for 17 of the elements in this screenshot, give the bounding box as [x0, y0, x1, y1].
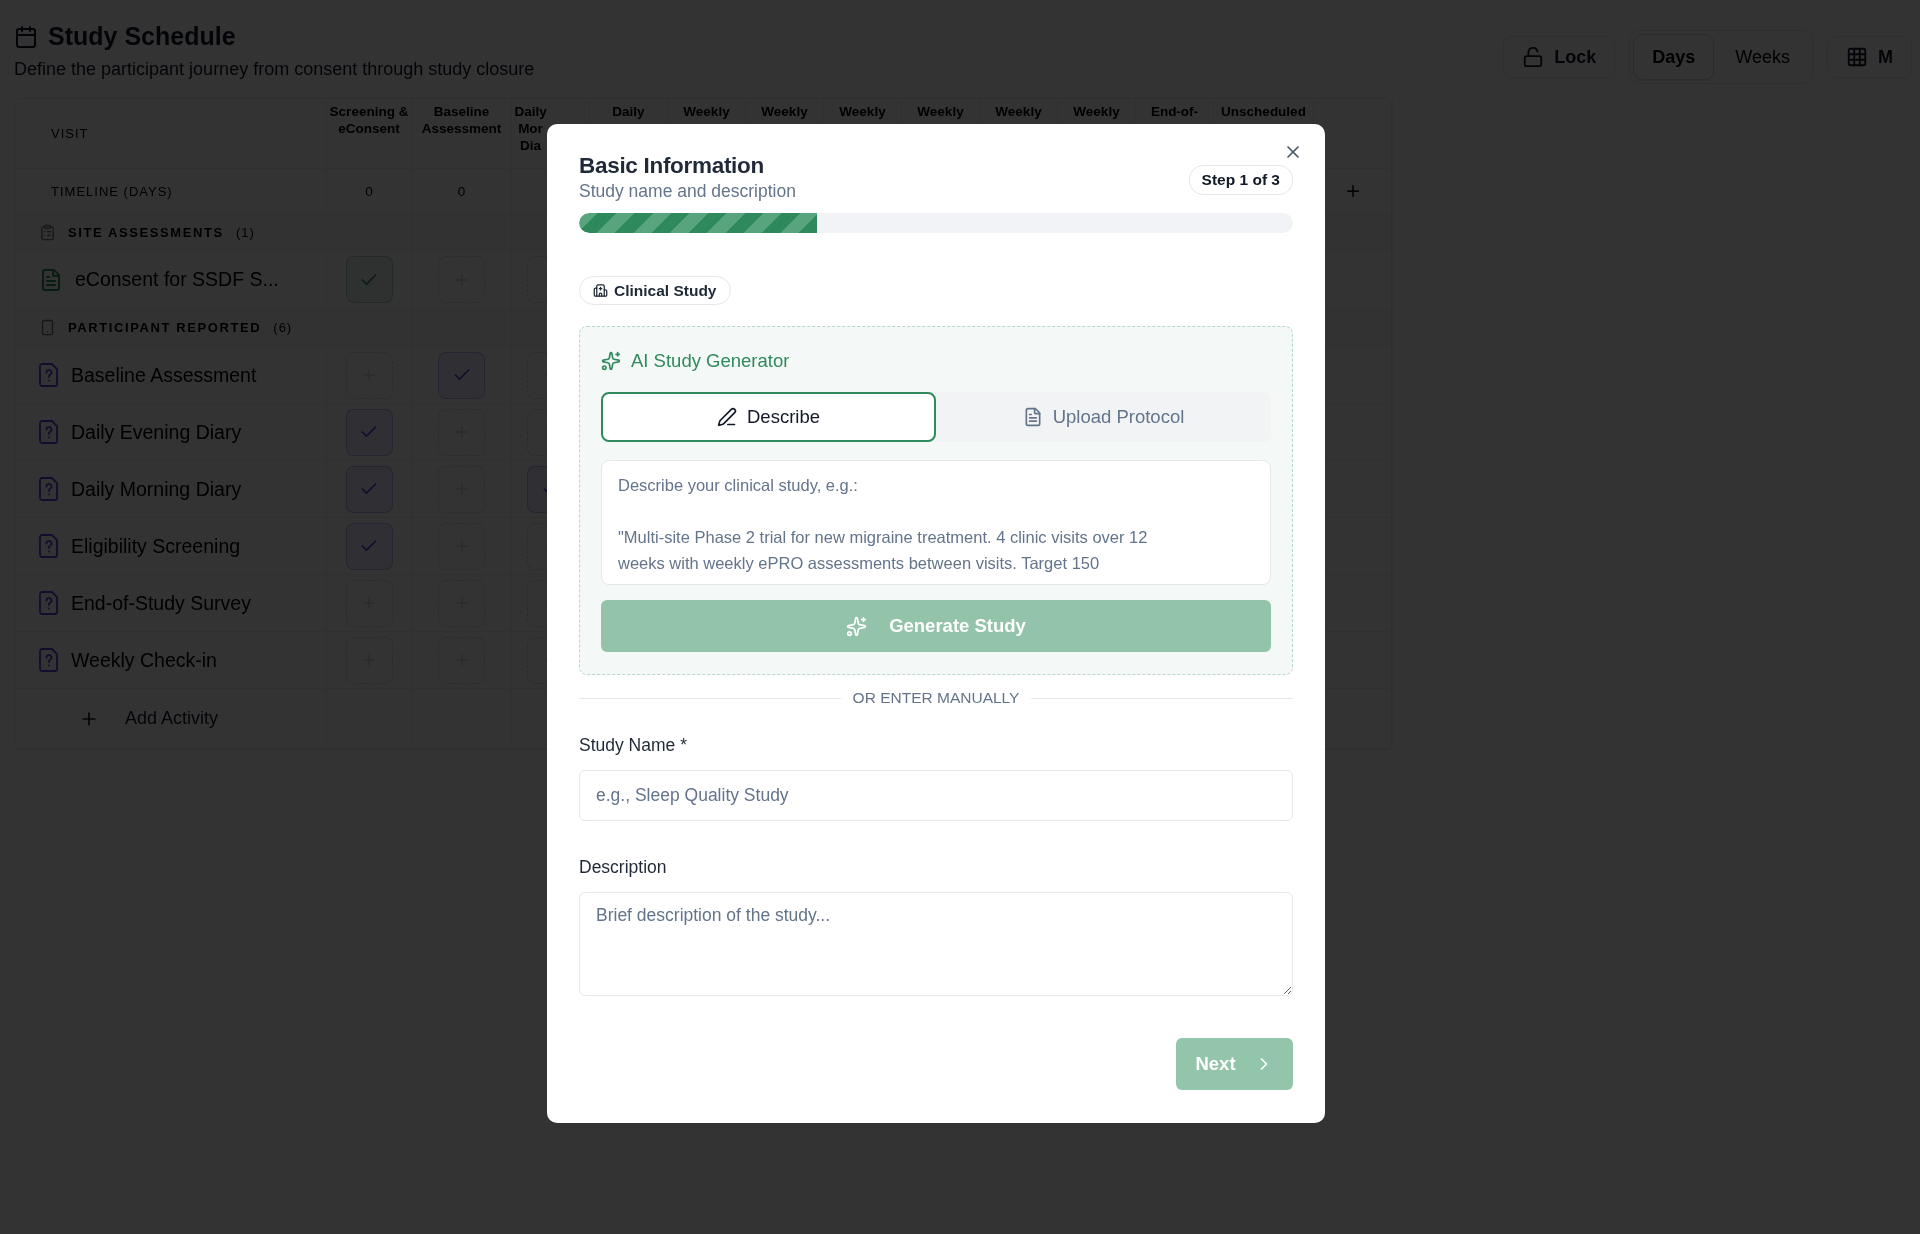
building-icon: [593, 283, 608, 298]
mode-tab[interactable]: Upload Protocol: [936, 392, 1271, 442]
study-name-field[interactable]: e.g., Sleep Quality Study: [579, 770, 1293, 821]
mode-tab[interactable]: Describe: [601, 392, 936, 442]
modal-subtitle: Study name and description: [579, 181, 796, 202]
field-label: Description: [579, 857, 668, 878]
prompt-field[interactable]: Describe your clinical study, e.g.: "Multi-site Phase 2 trial for new migraine treatment. 4 clinic visits over 12 weeks with weekly ePRO assessments between visits. Target 150: [601, 460, 1271, 585]
sparkle-icon: [846, 615, 868, 637]
pen-icon: [717, 407, 737, 427]
description-field[interactable]: Brief description of the study...: [579, 892, 1293, 996]
sparkle-icon: [601, 351, 621, 371]
divider-label: OR ENTER MANUALLY: [852, 689, 1020, 707]
add-visit-button[interactable]: +: [1346, 177, 1360, 205]
step-badge: Step 1 of 3: [1188, 165, 1293, 195]
field-label: Study Name *: [579, 735, 688, 756]
modal-title: Basic Information: [579, 153, 765, 179]
panel-title: AI Study Generator: [631, 350, 790, 372]
